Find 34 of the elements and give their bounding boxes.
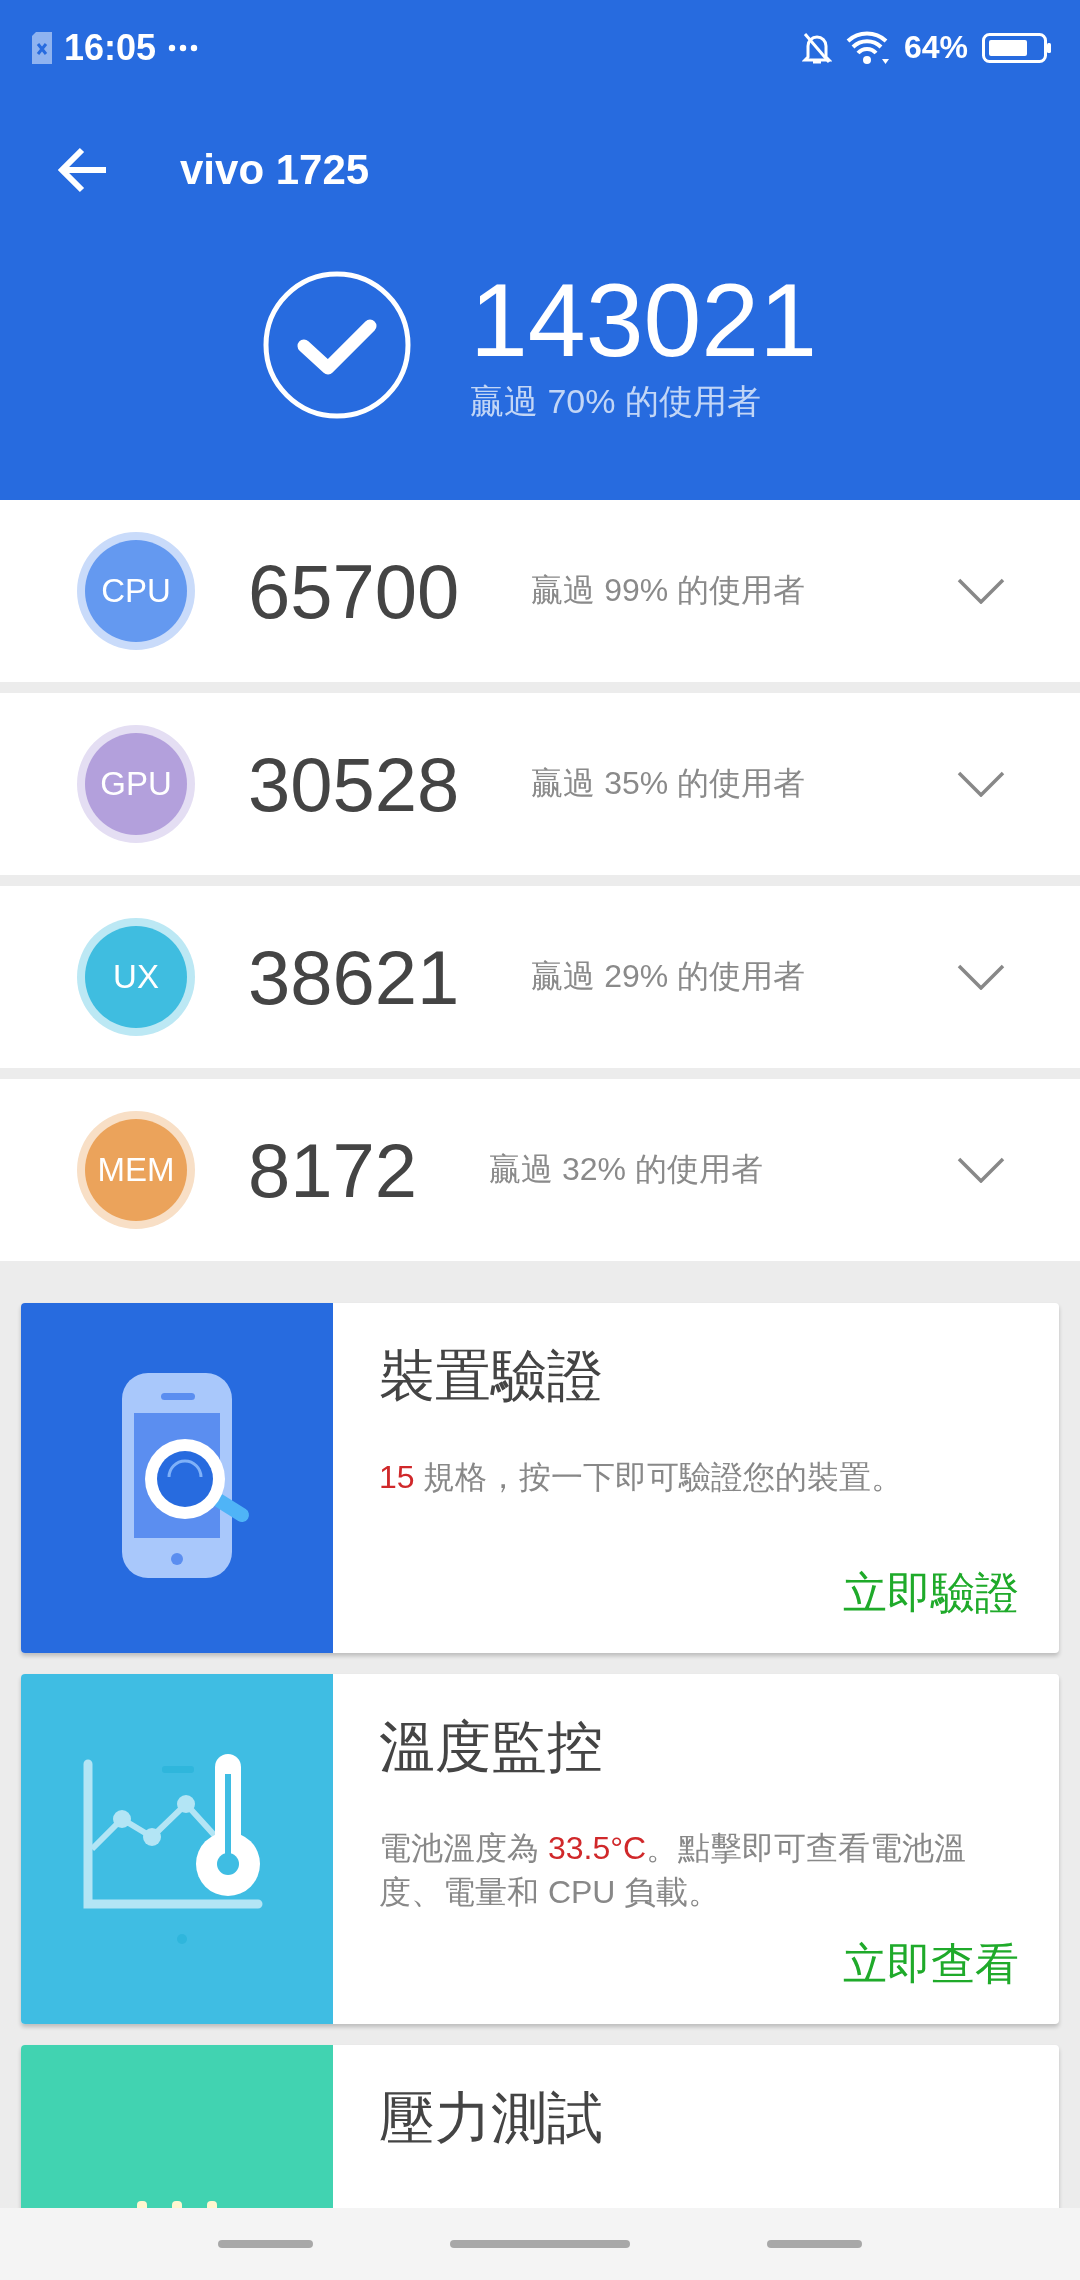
chevron-down-icon[interactable]: [957, 1157, 1005, 1183]
total-score: 143021: [470, 265, 818, 375]
card-title: 溫度監控: [379, 1714, 604, 1780]
percentile-text: 贏過 29% 的使用者: [531, 957, 807, 996]
battery-percentage: 64%: [903, 29, 968, 66]
percentile-text: 贏過 70% 的使用者: [470, 381, 762, 422]
chevron-down-icon[interactable]: [957, 771, 1005, 797]
category-score: 65700: [248, 547, 460, 635]
card-action-link[interactable]: 立即查看: [843, 1935, 1019, 1994]
nav-handle[interactable]: [218, 2240, 314, 2248]
battery-icon: [982, 32, 1052, 63]
category-score: 30528: [248, 740, 460, 828]
percentile-text: 贏過 35% 的使用者: [531, 764, 807, 803]
device-title: vivo 1725: [180, 146, 370, 194]
category-score: 38621: [248, 933, 460, 1021]
wifi-icon: [845, 30, 890, 65]
card-description: 15 規格，按一下即可驗證您的裝置。: [379, 1458, 905, 1497]
check-circle-icon: [262, 270, 412, 420]
nav-handle[interactable]: [766, 2240, 862, 2248]
more-notifications-icon: [168, 43, 199, 52]
percentile-text: 贏過 32% 的使用者: [489, 1150, 764, 1189]
back-arrow-icon[interactable]: [58, 146, 108, 194]
card-title: 壓力測試: [379, 2085, 604, 2151]
nav-handle[interactable]: [450, 2240, 630, 2248]
category-score: 8172: [248, 1126, 418, 1214]
clock-time: 16:05: [64, 26, 157, 69]
card-action-link[interactable]: 立即驗證: [843, 1564, 1019, 1623]
card-title: 裝置驗證: [379, 1343, 604, 1409]
bell-off-icon: [801, 30, 832, 65]
chevron-down-icon[interactable]: [957, 578, 1005, 604]
sim-card-icon: [32, 31, 52, 64]
chevron-down-icon[interactable]: [957, 964, 1005, 990]
card-description: 電池溫度為 33.5°C。點擊即可查看電池溫度、電量和 CPU 負載。: [379, 1829, 968, 1912]
percentile-text: 贏過 99% 的使用者: [531, 571, 807, 610]
